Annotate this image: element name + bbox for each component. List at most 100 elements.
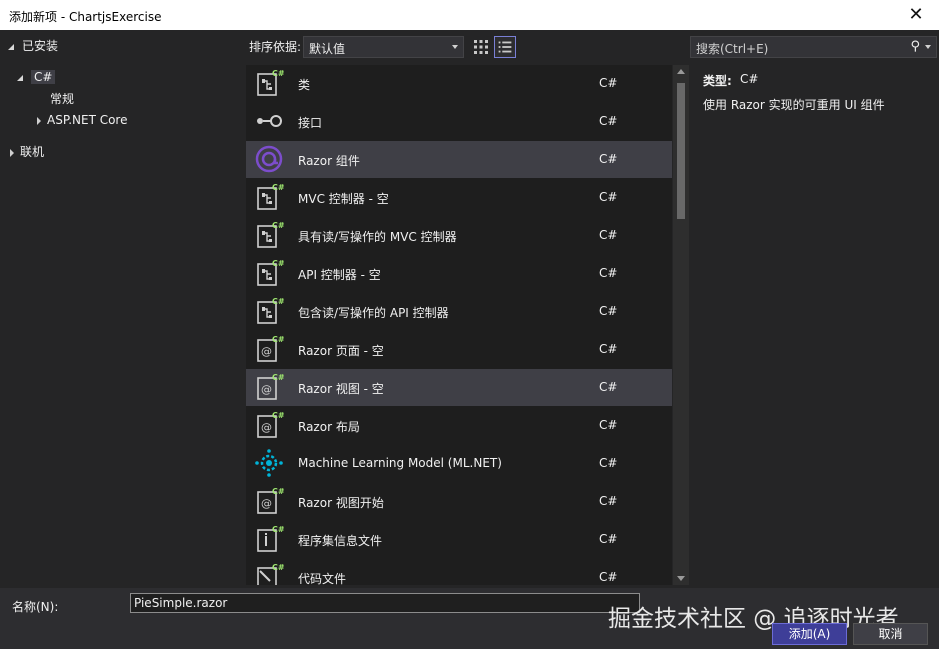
list-view-icon[interactable]	[494, 36, 516, 58]
class-icon: C#	[254, 296, 285, 326]
template-name: 具有读/写操作的 MVC 控制器	[298, 230, 457, 244]
template-row[interactable]: C# API 控制器 - 空 C#	[246, 255, 672, 292]
template-name: API 控制器 - 空	[298, 268, 381, 282]
name-input[interactable]	[130, 593, 640, 613]
template-list: C# 类 C# 接口 C# Razor 组件 C# C# MVC 控制器 - 空 C# C# 具有读/…	[246, 65, 672, 585]
tree-node-online[interactable]: 联机	[10, 142, 44, 162]
expanded-icon[interactable]	[8, 43, 14, 50]
template-name: 程序集信息文件	[298, 534, 383, 548]
template-row[interactable]: C# 包含读/写操作的 API 控制器 C#	[246, 293, 672, 330]
add-button[interactable]: 添加(A)	[772, 623, 847, 645]
interface-icon	[254, 106, 284, 136]
svg-text:C#: C#	[272, 525, 284, 534]
search-icon[interactable]: ⚲	[910, 39, 920, 54]
ml-icon	[254, 448, 284, 478]
svg-text:@: @	[261, 383, 272, 396]
template-language: C#	[599, 418, 618, 432]
template-row[interactable]: C# 程序集信息文件 C#	[246, 521, 672, 558]
cancel-button[interactable]: 取消	[853, 623, 928, 645]
template-name: Razor 页面 - 空	[298, 344, 384, 358]
template-language: C#	[599, 266, 618, 280]
details-panel: 类型: C# 使用 Razor 实现的可重用 UI 组件	[690, 65, 937, 585]
template-language: C#	[599, 570, 618, 584]
template-name: MVC 控制器 - 空	[298, 192, 389, 206]
template-row[interactable]: @ C# Razor 页面 - 空 C#	[246, 331, 672, 368]
razor-component-icon	[254, 144, 284, 174]
template-row[interactable]: C# 具有读/写操作的 MVC 控制器 C#	[246, 217, 672, 254]
chevron-down-icon	[452, 45, 458, 49]
svg-text:@: @	[261, 345, 272, 358]
tree-node-installed[interactable]: 已安装	[8, 36, 58, 56]
type-label: 类型:	[703, 74, 732, 88]
template-language: C#	[599, 152, 618, 166]
svg-text:C#: C#	[272, 259, 284, 268]
search-placeholder: 搜索(Ctrl+E)	[696, 42, 769, 56]
svg-text:C#: C#	[272, 487, 284, 496]
template-description: 使用 Razor 实现的可重用 UI 组件	[703, 98, 885, 112]
class-icon: C#	[254, 182, 285, 212]
template-language: C#	[599, 494, 618, 508]
svg-text:C#: C#	[272, 183, 284, 192]
svg-text:C#: C#	[272, 411, 284, 420]
expanded-icon[interactable]	[17, 74, 23, 81]
template-row[interactable]: Machine Learning Model (ML.NET) C#	[246, 445, 672, 482]
template-language: C#	[599, 228, 618, 242]
template-name: Razor 组件	[298, 154, 360, 168]
svg-text:@: @	[261, 421, 272, 434]
title-bar: 添加新项 - ChartjsExercise ✕	[0, 0, 939, 30]
sort-label: 排序依据:	[249, 40, 302, 54]
template-name: Razor 视图开始	[298, 496, 384, 510]
scroll-down-icon[interactable]	[677, 576, 685, 581]
template-row[interactable]: C# 代码文件 C#	[246, 559, 672, 585]
template-name: Machine Learning Model (ML.NET)	[298, 456, 502, 470]
window-title: 添加新项 - ChartjsExercise	[9, 10, 162, 24]
tree-node-csharp[interactable]: C#	[17, 67, 56, 87]
info-file-icon: C#	[254, 524, 285, 554]
category-tree: 已安装 C# 常规 ASP.NET Core 联机	[0, 32, 244, 588]
code-file-icon: C#	[254, 562, 285, 585]
template-name: 类	[298, 78, 311, 92]
collapsed-icon[interactable]	[10, 148, 14, 157]
template-language: C#	[599, 532, 618, 546]
svg-text:C#: C#	[272, 335, 284, 344]
collapsed-icon[interactable]	[37, 116, 41, 125]
template-language: C#	[599, 114, 618, 128]
chevron-down-icon[interactable]	[925, 45, 931, 49]
razor-page-icon: @ C#	[254, 372, 285, 402]
scroll-thumb[interactable]	[677, 83, 685, 219]
svg-text:C#: C#	[272, 373, 284, 382]
razor-page-icon: @ C#	[254, 334, 285, 364]
tree-node-general[interactable]: 常规	[50, 89, 74, 109]
template-row[interactable]: 接口 C#	[246, 103, 672, 140]
vertical-scrollbar[interactable]	[673, 65, 689, 585]
template-row[interactable]: C# 类 C#	[246, 65, 672, 102]
class-icon: C#	[254, 68, 285, 98]
name-label: 名称(N):	[12, 600, 59, 614]
razor-page-icon: @ C#	[254, 410, 285, 440]
svg-text:C#: C#	[272, 69, 284, 78]
tree-node-aspnet[interactable]: ASP.NET Core	[37, 110, 127, 130]
template-language: C#	[599, 190, 618, 204]
grid-view-icon[interactable]	[471, 37, 491, 57]
template-language: C#	[599, 76, 618, 90]
scroll-up-icon[interactable]	[677, 69, 685, 74]
template-row[interactable]: @ C# Razor 视图 - 空 C#	[246, 369, 672, 406]
class-icon: C#	[254, 258, 285, 288]
template-language: C#	[599, 380, 618, 394]
template-row[interactable]: @ C# Razor 视图开始 C#	[246, 483, 672, 520]
template-language: C#	[599, 342, 618, 356]
sort-dropdown[interactable]: 默认值	[303, 36, 464, 58]
search-input[interactable]: 搜索(Ctrl+E) ⚲	[690, 36, 937, 58]
template-name: Razor 布局	[298, 420, 360, 434]
razor-page-icon: @ C#	[254, 486, 285, 516]
svg-text:C#: C#	[272, 563, 284, 572]
close-icon[interactable]: ✕	[893, 0, 939, 30]
template-name: 代码文件	[298, 572, 347, 585]
template-name: 包含读/写操作的 API 控制器	[298, 306, 449, 320]
template-name: Razor 视图 - 空	[298, 382, 384, 396]
template-language: C#	[599, 456, 618, 470]
template-row[interactable]: C# MVC 控制器 - 空 C#	[246, 179, 672, 216]
template-row[interactable]: @ C# Razor 布局 C#	[246, 407, 672, 444]
template-row[interactable]: Razor 组件 C#	[246, 141, 672, 178]
svg-text:C#: C#	[272, 297, 284, 306]
